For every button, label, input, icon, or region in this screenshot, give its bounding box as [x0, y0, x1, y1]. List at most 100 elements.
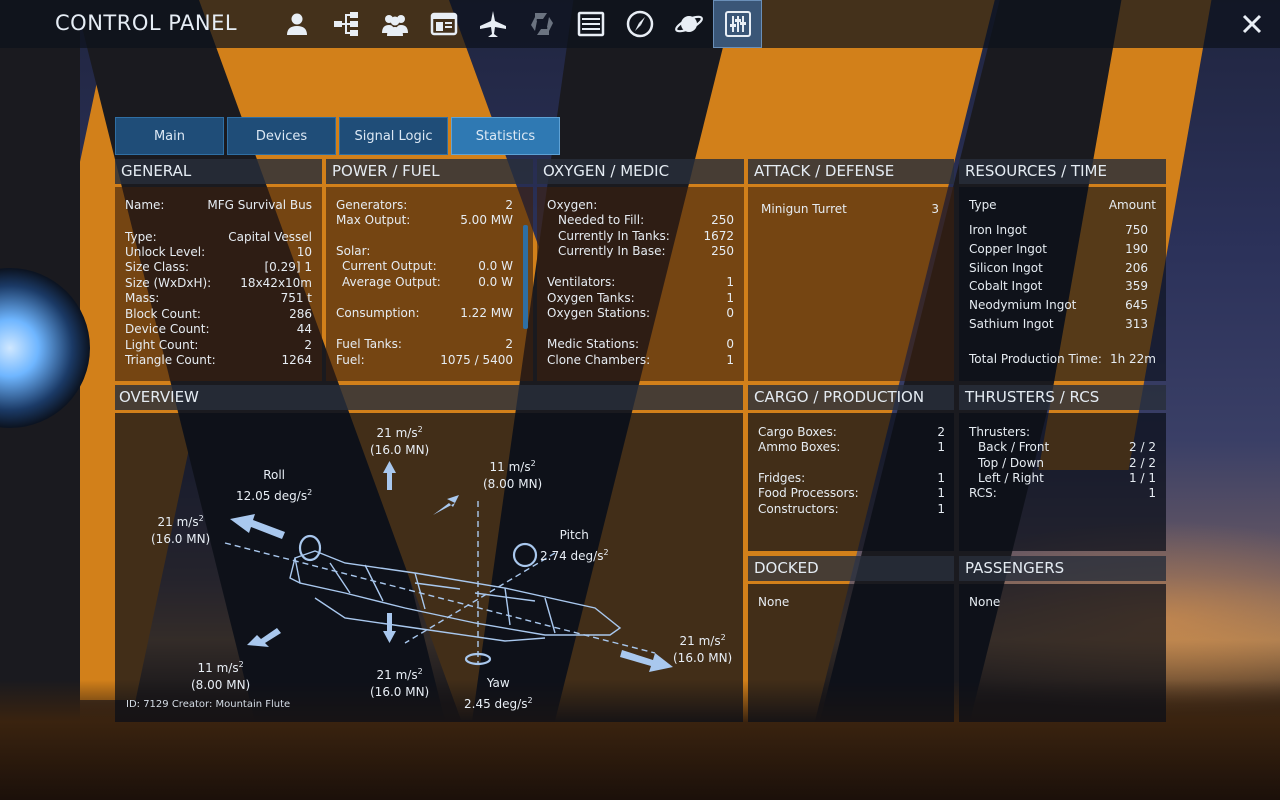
stat-row: Type: Capital Vessel	[125, 230, 312, 244]
panel-header: OVERVIEW	[115, 385, 743, 410]
tab-devices[interactable]: Devices	[227, 117, 336, 155]
stat-row: Consumption: 1.22 MW	[336, 306, 513, 320]
thrust-left-arrow	[230, 514, 285, 539]
thrust-forward-right-arrow	[433, 495, 459, 515]
compass-icon[interactable]	[615, 0, 664, 48]
roll-label: Roll 12.05 deg/s2	[236, 468, 313, 503]
tab-signal-logic[interactable]: Signal Logic	[339, 117, 448, 155]
panel-header: OXYGEN / MEDIC	[537, 159, 744, 184]
thrust-right-label: 21 m/s2 (16.0 MN)	[673, 633, 733, 665]
panel-header: PASSENGERS	[959, 556, 1166, 581]
stat-row: Solar:	[336, 244, 371, 258]
list-icon[interactable]	[566, 0, 615, 48]
stat-row: Currently In Base: 250	[558, 244, 734, 258]
structure-tree-icon[interactable]	[321, 0, 370, 48]
panel-header: GENERAL	[115, 159, 322, 184]
yaw-label: Yaw 2.45 deg/s2	[464, 676, 533, 711]
panel-header: CARGO / PRODUCTION	[748, 385, 954, 410]
stat-row: Thrusters:	[969, 425, 1031, 439]
overview-panel: OVERVIEW 21 m/s2 (16.0 MN) 11 m/s2 (8.00…	[115, 385, 743, 722]
panel-header: THRUSTERS / RCS	[959, 385, 1166, 410]
resource-row: Silicon Ingot 206	[969, 261, 1148, 275]
general-body: Name: MFG Survival Bus Type: Capital Vesse…	[115, 187, 322, 381]
resources-time-body: Type Amount Iron Ingot 750 Copper Ingot 190…	[959, 187, 1166, 381]
thrusters-rcs-panel: THRUSTERS / RCS Thrusters: Back / Front 2…	[959, 385, 1166, 551]
id-creator-label: ID: 7129 Creator: Mountain Flute	[126, 699, 291, 710]
stat-row: Needed to Fill: 250	[558, 213, 734, 227]
top-bar: CONTROL PANEL	[0, 0, 1280, 48]
stat-row: Constructors: 1	[758, 502, 945, 516]
cargo-production-body: Cargo Boxes: 2 Ammo Boxes: 1 Fridges: 1 Foo…	[748, 413, 954, 551]
power-fuel-body: Generators: 2 Max Output: 5.00 MW Solar: C…	[326, 187, 533, 381]
thrust-back-left-arrow	[247, 628, 281, 647]
resources-time-panel: RESOURCES / TIME Type Amount Iron Ingot 75…	[959, 159, 1166, 381]
stat-row: Block Count: 286	[125, 307, 312, 321]
thrust-forward-right-label: 11 m/s2 (8.00 MN)	[483, 459, 543, 491]
power-fuel-panel: POWER / FUEL Generators: 2 Max Output: 5.0…	[326, 159, 533, 381]
planet-icon[interactable]	[664, 0, 713, 48]
tab-main[interactable]: Main	[115, 117, 224, 155]
stat-row: Generators: 2	[336, 198, 513, 212]
cargo-production-panel: CARGO / PRODUCTION Cargo Boxes: 2 Ammo Bo…	[748, 385, 954, 551]
panel-header: DOCKED	[748, 556, 954, 581]
passengers-body: None	[959, 584, 1166, 722]
stat-row: Size Class: [0.29] 1	[125, 260, 312, 274]
stat-row: Device Count: 44	[125, 322, 312, 336]
pitch-rotation-symbol	[512, 542, 538, 568]
resource-row: Sathium Ingot 313	[969, 317, 1148, 331]
pitch-label: Pitch 2.74 deg/s2	[540, 528, 609, 563]
passengers-value: None	[969, 595, 1001, 609]
thrust-right-arrow	[620, 650, 673, 672]
stat-row: Medic Stations: 0	[547, 337, 734, 351]
stat-row: Oxygen:	[547, 198, 598, 212]
stat-row: Max Output: 5.00 MW	[336, 213, 513, 227]
docked-panel: DOCKED None	[748, 556, 954, 722]
resource-row: Neodymium Ingot 645	[969, 298, 1148, 312]
stat-row: Oxygen Stations: 0	[547, 306, 734, 320]
app-title: CONTROL PANEL	[55, 11, 238, 35]
resource-row: Copper Ingot 190	[969, 242, 1148, 256]
panel-header: ATTACK / DEFENSE	[748, 159, 954, 184]
stat-row: Cargo Boxes: 2	[758, 425, 945, 439]
general-panel: GENERAL Name: MFG Survival Bus Type: Capit…	[115, 159, 322, 381]
control-sliders-icon[interactable]	[713, 0, 762, 48]
thrusters-rcs-body: Thrusters: Back / Front 2 / 2 Top / Down 2…	[959, 413, 1166, 551]
resource-row: Cobalt Ingot 359	[969, 279, 1148, 293]
attack-defense-panel: ATTACK / DEFENSE Minigun Turret 3	[748, 159, 954, 381]
oxygen-medic-body: Oxygen: Needed to Fill: 250 Currently In …	[537, 187, 744, 381]
stat-row: Unlock Level: 10	[125, 245, 312, 259]
panel-header: POWER / FUEL	[326, 159, 533, 184]
thrust-back-left-label: 11 m/s2 (8.00 MN)	[191, 660, 251, 692]
stat-row: Minigun Turret 3	[761, 202, 939, 216]
stat-row: Food Processors: 1	[758, 486, 945, 500]
stat-row: Average Output: 0.0 W	[342, 275, 513, 289]
oxygen-medic-panel: OXYGEN / MEDIC Oxygen: Needed to Fill: 25…	[537, 159, 744, 381]
ship-icon[interactable]	[468, 0, 517, 48]
scrollbar[interactable]	[523, 225, 528, 329]
attack-defense-body: Minigun Turret 3	[748, 187, 954, 381]
thrust-up-label: 21 m/s2 (16.0 MN)	[370, 425, 430, 457]
stat-row: Currently In Tanks: 1672	[558, 229, 734, 243]
faction-icon[interactable]	[517, 0, 566, 48]
close-icon[interactable]	[1234, 6, 1270, 42]
tab-statistics[interactable]: Statistics	[451, 117, 560, 155]
nav-icon-bar	[272, 0, 762, 48]
ship-underside	[314, 597, 546, 642]
stat-row: Light Count: 2	[125, 338, 312, 352]
thrust-down-arrow	[387, 613, 392, 633]
resource-table-header: Type Amount	[969, 198, 1156, 212]
window-icon[interactable]	[419, 0, 468, 48]
thrust-down-label: 21 m/s2 (16.0 MN)	[370, 667, 430, 699]
roll-rotation-symbol	[298, 534, 322, 562]
panel-header: RESOURCES / TIME	[959, 159, 1166, 184]
stat-row: Size (WxDxH): 18x42x10m	[125, 276, 312, 290]
total-production-time: Total Production Time: 1h 22m	[969, 352, 1156, 366]
thrust-left-label: 21 m/s2 (16.0 MN)	[151, 514, 211, 546]
group-icon[interactable]	[370, 0, 419, 48]
overview-body: 21 m/s2 (16.0 MN) 11 m/s2 (8.00 MN) Roll 12…	[115, 413, 743, 722]
stat-row: Clone Chambers: 1	[547, 353, 734, 367]
person-icon[interactable]	[272, 0, 321, 48]
stat-row: Triangle Count: 1264	[125, 353, 312, 367]
stat-row: Ammo Boxes: 1	[758, 440, 945, 454]
stat-row: Fridges: 1	[758, 471, 945, 485]
